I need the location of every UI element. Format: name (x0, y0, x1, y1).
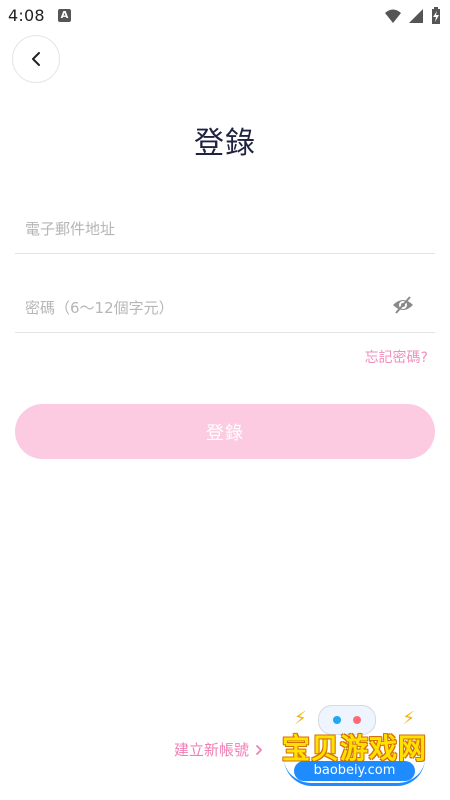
watermark-url: baobeiy.com (294, 761, 415, 781)
wifi-icon (385, 9, 401, 23)
signal-icon (409, 9, 423, 23)
status-time: 4:08 (8, 6, 45, 25)
watermark: ⚡ ⚡ 宝贝游戏网 baobeiy.com (272, 700, 437, 795)
status-app-icon: A (58, 9, 71, 22)
status-right-icons (384, 7, 442, 25)
chevron-right-icon (256, 744, 262, 755)
page-title: 登錄 (194, 126, 256, 161)
login-button[interactable]: 登錄 (15, 404, 435, 459)
chevron-left-icon (32, 52, 40, 66)
email-field-container (15, 204, 435, 254)
forgot-password-link[interactable]: 忘記密碼? (365, 347, 428, 367)
create-account-link[interactable]: 建立新帳號 (174, 739, 263, 760)
lightning-icon: ⚡ (402, 708, 415, 729)
email-input[interactable] (15, 204, 435, 253)
lightning-icon: ⚡ (294, 708, 307, 729)
create-account-label: 建立新帳號 (174, 741, 250, 759)
password-field-container (15, 283, 435, 333)
eye-off-icon (393, 296, 413, 314)
back-button[interactable] (12, 35, 60, 83)
password-visibility-toggle[interactable] (391, 293, 415, 317)
status-bar: 4:08 A (0, 0, 450, 32)
password-input[interactable] (15, 283, 435, 332)
battery-charging-icon (432, 7, 440, 24)
